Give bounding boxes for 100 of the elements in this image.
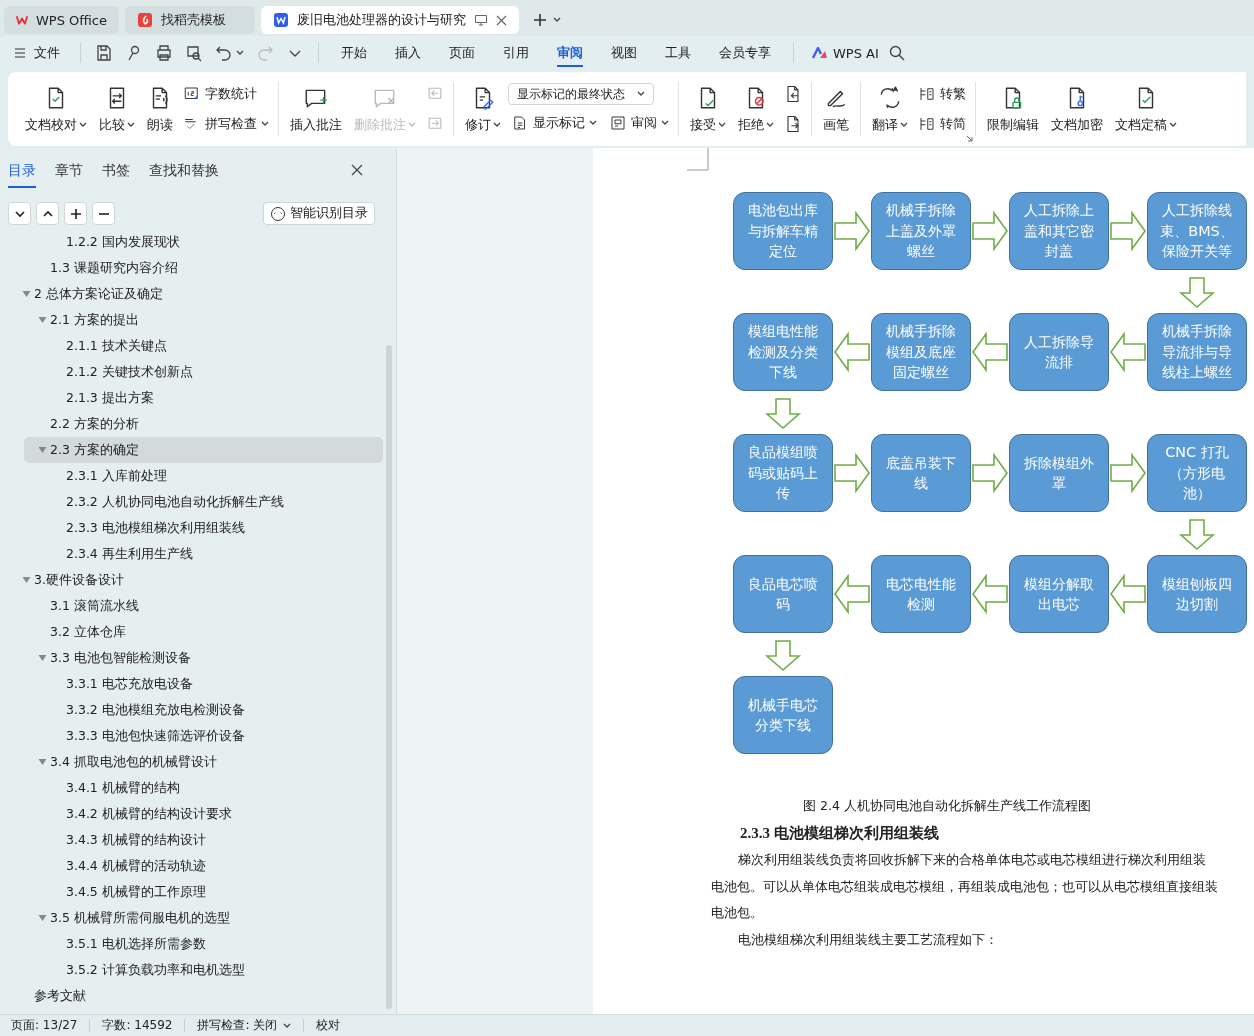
panel-tab[interactable]: 查找和替换 <box>149 152 219 188</box>
toc-item[interactable]: 3.5 机械臂所需伺服电机的选型 <box>24 905 384 931</box>
tab[interactable]: 废旧电池处理器的设计与研究 <box>261 6 519 34</box>
ribbon-button[interactable]: 字数统计 <box>180 82 260 106</box>
toc-item[interactable]: 2.3.4 再生利用生产线 <box>24 541 384 567</box>
menu-tab[interactable]: 引用 <box>489 36 543 70</box>
ribbon-button[interactable]: 拼写检查 <box>180 112 272 136</box>
toc-item[interactable]: 2.2 方案的分析 <box>24 411 384 437</box>
ribbon-button[interactable]: 插入批注 <box>285 80 347 138</box>
close-icon[interactable] <box>496 14 507 26</box>
toc-item[interactable]: 3.4.2 机械臂的结构设计要求 <box>24 801 384 827</box>
toc-item[interactable]: 3.硬件设备设计 <box>24 567 384 593</box>
toc-item[interactable]: 3.3.1 电芯充放电设备 <box>24 671 384 697</box>
flow-step: 机械手拆除上盖及外罩螺丝 <box>871 192 971 270</box>
ribbon-button[interactable]: 审阅 <box>606 111 672 135</box>
panel-tab[interactable]: 章节 <box>55 152 83 188</box>
monitor-icon[interactable] <box>474 14 488 26</box>
ribbon-button[interactable]: 修订 <box>460 80 506 138</box>
tab[interactable]: WPS Office <box>4 6 119 34</box>
flow-step: 拆除模组外罩 <box>1009 434 1109 512</box>
print-preview-icon[interactable] <box>185 44 203 62</box>
toc-item[interactable]: 3.4 抓取电池包的机械臂设计 <box>24 749 384 775</box>
ribbon-button[interactable]: 文档加密 <box>1046 80 1108 138</box>
menu-tab[interactable]: 视图 <box>597 36 651 70</box>
toc-item[interactable]: 2.1.3 提出方案 <box>24 385 384 411</box>
toc-item[interactable]: 2.1 方案的提出 <box>24 307 384 333</box>
expand-triangle-icon[interactable] <box>38 316 47 324</box>
toc-item[interactable]: 3.4.1 机械臂的结构 <box>24 775 384 801</box>
menu-tab[interactable]: 审阅 <box>543 36 597 70</box>
toc-item[interactable]: 2.3.3 电池模组梯次利用组装线 <box>24 515 384 541</box>
dropdown-field[interactable]: 显示标记的最终状态 <box>508 83 654 105</box>
toc-item[interactable]: 3.3 电池包智能检测设备 <box>24 645 384 671</box>
tab[interactable]: 找稻壳模板 <box>125 6 255 34</box>
ribbon-button[interactable]: 翻译 <box>867 80 913 138</box>
ribbon-button[interactable]: 限制编辑 <box>982 80 1044 138</box>
ribbon-button[interactable]: 文档校对 <box>20 80 92 138</box>
toc-item[interactable]: 2.1.2 关键技术创新点 <box>24 359 384 385</box>
ribbon-button[interactable]: 画笔 <box>818 80 854 138</box>
save-icon[interactable] <box>95 44 113 62</box>
expand-triangle-icon[interactable] <box>38 914 47 922</box>
ribbon-button[interactable]: 朗读 <box>142 80 178 138</box>
menu-tab[interactable]: 页面 <box>435 36 489 70</box>
toc-item[interactable]: 2.3.1 入库前处理 <box>24 463 384 489</box>
scrollbar[interactable] <box>386 345 393 1009</box>
toc-item[interactable]: 3.3.3 电池包快速筛选评价设备 <box>24 723 384 749</box>
menu-tab[interactable]: 插入 <box>381 36 435 70</box>
dialog-launcher-icon[interactable] <box>966 135 973 142</box>
expand-triangle-icon[interactable] <box>38 654 47 662</box>
undo-icon[interactable] <box>215 44 233 62</box>
expand-up-button[interactable] <box>36 202 59 225</box>
toc-item[interactable]: 3.1 滚筒流水线 <box>24 593 384 619</box>
toc-item[interactable]: 1.2.2 国内发展现状 <box>24 229 384 255</box>
search-icon[interactable] <box>888 45 905 61</box>
close-icon[interactable] <box>351 164 364 176</box>
add-icon <box>69 207 82 220</box>
toc-item[interactable]: 3.3.2 电池模组充放电检测设备 <box>24 697 384 723</box>
file-menu[interactable]: 文件 <box>14 44 72 62</box>
add-button[interactable] <box>64 202 87 225</box>
panel-tab[interactable]: 目录 <box>8 152 36 188</box>
expand-triangle-icon[interactable] <box>22 290 31 298</box>
toc-item[interactable]: 3.5.2 计算负载功率和电机选型 <box>24 957 384 983</box>
toc-item[interactable]: 3.5.1 电机选择所需参数 <box>24 931 384 957</box>
body-text: 电池包。 <box>711 904 764 923</box>
page-count[interactable]: 页面: 13/27 <box>11 1017 78 1034</box>
menu-tab[interactable]: 开始 <box>327 36 381 70</box>
print-icon[interactable] <box>155 44 173 62</box>
menu-tab[interactable]: 工具 <box>651 36 705 70</box>
expand-triangle-icon[interactable] <box>22 576 31 584</box>
body-text: 梯次利用组装线负责将回收拆解下来的合格单体电芯或电芯模组进行梯次利用组装 <box>737 851 1207 869</box>
ai-button[interactable]: WPS AI <box>802 45 889 61</box>
toc-item[interactable]: 参考文献 <box>24 983 384 1009</box>
toc-item[interactable]: 3.2 立体仓库 <box>24 619 384 645</box>
toc-item[interactable]: 2 总体方案论证及确定 <box>24 281 384 307</box>
toc-item[interactable]: 2.3.2 人机协同电池自动化拆解生产线 <box>24 489 384 515</box>
ribbon-button[interactable]: 比较 <box>94 80 140 138</box>
remove-button[interactable] <box>92 202 115 225</box>
menu-icon <box>14 47 26 59</box>
expand-triangle-icon[interactable] <box>38 758 47 766</box>
proofread-button[interactable]: 校对 <box>316 1017 341 1034</box>
ribbon-button[interactable]: 转简 <box>915 112 969 136</box>
toc-item[interactable]: 1.3 课题研究内容介绍 <box>24 255 384 281</box>
arrow <box>1178 519 1216 551</box>
spell-check-toggle[interactable]: 拼写检查: 关闭 <box>197 1017 292 1034</box>
ribbon-button[interactable]: 拒绝 <box>733 80 779 138</box>
arrow <box>1178 277 1216 309</box>
smart-toc-button[interactable]: 智能识别目录 <box>263 202 376 225</box>
toc-item[interactable]: 2.1.1 技术关键点 <box>24 333 384 359</box>
panel-tab[interactable]: 书签 <box>102 152 130 188</box>
toc-item[interactable]: 3.4.4 机械臂的活动轨迹 <box>24 853 384 879</box>
new-tab-icon[interactable] <box>533 13 547 27</box>
ribbon-button[interactable]: 文档定稿 <box>1110 80 1182 138</box>
collapse-button[interactable] <box>8 202 31 225</box>
toc-item[interactable]: 3.4.3 机械臂的结构设计 <box>24 827 384 853</box>
toc-item[interactable]: 2.3 方案的确定 <box>24 437 384 463</box>
ribbon-button[interactable]: 接受 <box>685 80 731 138</box>
toc-item[interactable]: 3.4.5 机械臂的工作原理 <box>24 879 384 905</box>
word-count[interactable]: 字数: 14592 <box>102 1017 173 1034</box>
menu-tab[interactable]: 会员专享 <box>705 36 785 70</box>
ribbon-button[interactable]: 显示标记 <box>508 111 600 135</box>
ribbon-button[interactable]: 转繁 <box>915 82 969 106</box>
